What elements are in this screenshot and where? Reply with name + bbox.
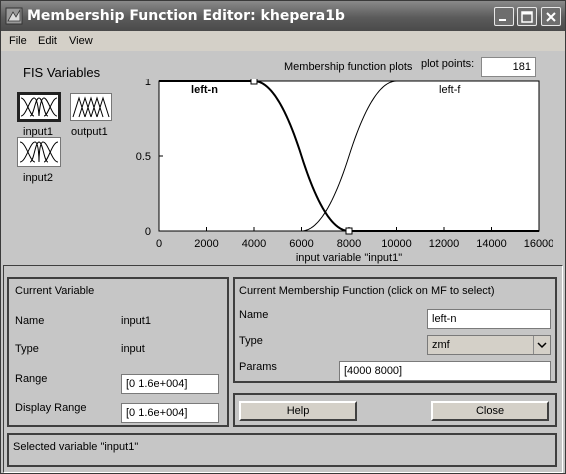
y-tick-label: 0 [145, 226, 151, 238]
chevron-down-icon[interactable] [533, 336, 550, 354]
range-input[interactable]: [0 1.6e+004] [121, 374, 219, 394]
close-button[interactable]: Close [431, 401, 549, 421]
x-tick-label: 16000 [524, 238, 553, 250]
maximize-icon [521, 11, 533, 23]
fis-variable-input2[interactable] [17, 137, 61, 167]
mf-param-handle [250, 79, 258, 85]
fis-variable-input2-label: input2 [23, 172, 53, 184]
current-mf-panel: Current Membership Function (click on MF… [233, 277, 557, 383]
fis-variables-heading: FIS Variables [23, 65, 101, 80]
matlab-app-icon [5, 7, 23, 25]
x-tick-label: 12000 [429, 238, 460, 250]
mf-type-label: Type [239, 335, 263, 347]
fis-variable-output1[interactable] [70, 93, 112, 121]
variable-name-value: input1 [121, 315, 151, 327]
close-window-button[interactable] [541, 7, 561, 26]
menu-edit[interactable]: Edit [38, 35, 57, 47]
x-tick-label: 6000 [289, 238, 313, 250]
x-tick-label: 14000 [476, 238, 507, 250]
status-text: Selected variable "input1" [13, 441, 139, 453]
mf-type-select[interactable]: zmf [427, 335, 551, 355]
x-tick-label: 4000 [242, 238, 266, 250]
menu-bar: File Edit View [1, 31, 565, 51]
x-axis-label: input variable "input1" [296, 252, 402, 264]
menu-view[interactable]: View [69, 35, 93, 47]
x-tick-label: 10000 [381, 238, 412, 250]
output-mf-icon [72, 96, 110, 118]
current-variable-panel: Current Variable Name input1 Type input … [7, 277, 229, 427]
buttons-panel: Help Close [233, 393, 557, 427]
mf-type-value: zmf [432, 339, 450, 351]
mf-editor-window: Membership Function Editor: khepera1b Fi… [0, 0, 566, 474]
y-tick-label: 0.5 [136, 151, 151, 163]
current-mf-heading: Current Membership Function (click on MF… [239, 285, 495, 297]
variable-name-label: Name [15, 315, 45, 327]
range-label: Range [15, 373, 48, 385]
fis-variable-input1[interactable] [17, 92, 61, 122]
y-tick-label: 1 [145, 79, 151, 88]
help-button[interactable]: Help [239, 401, 357, 421]
menu-file[interactable]: File [9, 35, 27, 47]
membership-function-plot[interactable]: 0 2000 4000 6000 8000 10000 12000 14000 16000 0 0.… [133, 79, 553, 271]
mf-params-label: Params [239, 361, 277, 373]
status-panel: Selected variable "input1" [7, 433, 557, 467]
mf-name-input[interactable]: left-n [427, 309, 551, 329]
fis-variable-output1-label: output1 [71, 126, 108, 138]
display-range-input[interactable]: [0 1.6e+004] [121, 403, 219, 423]
mf-label-left-f: left-f [439, 84, 461, 96]
maximize-button[interactable] [517, 7, 537, 26]
variable-type-label: Type [15, 343, 39, 355]
mf-name-label: Name [239, 309, 269, 321]
minimize-icon [499, 19, 506, 21]
plot-points-input[interactable]: 181 [481, 57, 536, 77]
x-tick-label: 2000 [194, 238, 218, 250]
title-bar[interactable]: Membership Function Editor: khepera1b [1, 1, 565, 31]
window-title: Membership Function Editor: khepera1b [27, 8, 345, 24]
close-icon [546, 12, 556, 22]
mf-param-handle [345, 227, 353, 235]
current-variable-heading: Current Variable [15, 285, 95, 297]
input-mf-icon [20, 97, 58, 117]
input-mf-icon [19, 141, 59, 163]
display-range-label: Display Range [15, 402, 87, 414]
mf-label-left-n: left-n [191, 84, 218, 96]
mf-params-input[interactable]: [4000 8000] [339, 361, 551, 381]
client-area: FIS Variables input1 output1 input2 Memb… [1, 51, 565, 473]
x-tick-label: 0 [156, 238, 162, 250]
variable-type-value: input [121, 343, 145, 355]
plot-points-label: plot points: [421, 58, 475, 70]
minimize-button[interactable] [494, 7, 514, 26]
plot-title: Membership function plots [284, 61, 413, 73]
x-tick-label: 8000 [337, 238, 361, 250]
